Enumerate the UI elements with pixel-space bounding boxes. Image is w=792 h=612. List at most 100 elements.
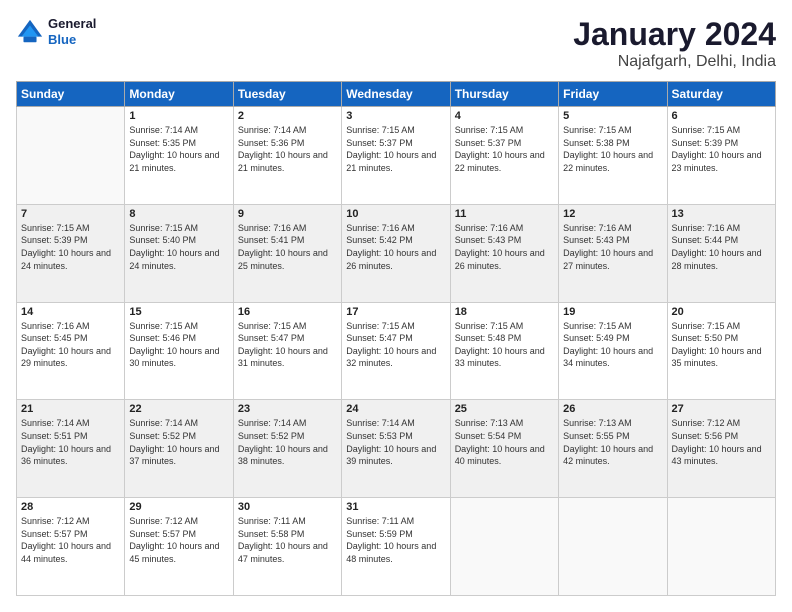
calendar-cell: 21 Sunrise: 7:14 AM Sunset: 5:51 PM Dayl… <box>17 400 125 498</box>
day-info: Sunrise: 7:15 AM Sunset: 5:39 PM Dayligh… <box>21 222 120 272</box>
day-info: Sunrise: 7:15 AM Sunset: 5:40 PM Dayligh… <box>129 222 228 272</box>
calendar-cell: 22 Sunrise: 7:14 AM Sunset: 5:52 PM Dayl… <box>125 400 233 498</box>
day-number: 11 <box>455 208 554 220</box>
day-number: 12 <box>563 208 662 220</box>
day-number: 26 <box>563 403 662 415</box>
day-info: Sunrise: 7:15 AM Sunset: 5:37 PM Dayligh… <box>346 124 445 174</box>
day-number: 8 <box>129 208 228 220</box>
header-cell-monday: Monday <box>125 82 233 107</box>
calendar-cell: 30 Sunrise: 7:11 AM Sunset: 5:58 PM Dayl… <box>233 498 341 596</box>
day-number: 13 <box>672 208 771 220</box>
day-number: 28 <box>21 501 120 513</box>
calendar-cell: 18 Sunrise: 7:15 AM Sunset: 5:48 PM Dayl… <box>450 302 558 400</box>
day-number: 7 <box>21 208 120 220</box>
day-info: Sunrise: 7:15 AM Sunset: 5:39 PM Dayligh… <box>672 124 771 174</box>
logo: General Blue <box>16 16 96 47</box>
day-number: 17 <box>346 306 445 318</box>
day-info: Sunrise: 7:14 AM Sunset: 5:53 PM Dayligh… <box>346 417 445 467</box>
day-number: 20 <box>672 306 771 318</box>
calendar-cell: 14 Sunrise: 7:16 AM Sunset: 5:45 PM Dayl… <box>17 302 125 400</box>
day-number: 15 <box>129 306 228 318</box>
day-number: 9 <box>238 208 337 220</box>
day-number: 29 <box>129 501 228 513</box>
day-number: 27 <box>672 403 771 415</box>
header-cell-wednesday: Wednesday <box>342 82 450 107</box>
calendar-cell: 20 Sunrise: 7:15 AM Sunset: 5:50 PM Dayl… <box>667 302 775 400</box>
day-info: Sunrise: 7:14 AM Sunset: 5:35 PM Dayligh… <box>129 124 228 174</box>
day-number: 4 <box>455 110 554 122</box>
calendar-cell: 3 Sunrise: 7:15 AM Sunset: 5:37 PM Dayli… <box>342 107 450 205</box>
day-info: Sunrise: 7:15 AM Sunset: 5:49 PM Dayligh… <box>563 320 662 370</box>
day-info: Sunrise: 7:15 AM Sunset: 5:37 PM Dayligh… <box>455 124 554 174</box>
calendar-cell: 25 Sunrise: 7:13 AM Sunset: 5:54 PM Dayl… <box>450 400 558 498</box>
calendar-title: January 2024 <box>573 16 776 53</box>
day-info: Sunrise: 7:16 AM Sunset: 5:43 PM Dayligh… <box>455 222 554 272</box>
calendar-cell: 27 Sunrise: 7:12 AM Sunset: 5:56 PM Dayl… <box>667 400 775 498</box>
header: General Blue January 2024 Najafgarh, Del… <box>16 16 776 71</box>
calendar-cell: 9 Sunrise: 7:16 AM Sunset: 5:41 PM Dayli… <box>233 204 341 302</box>
day-number: 31 <box>346 501 445 513</box>
calendar-cell: 31 Sunrise: 7:11 AM Sunset: 5:59 PM Dayl… <box>342 498 450 596</box>
calendar-cell: 17 Sunrise: 7:15 AM Sunset: 5:47 PM Dayl… <box>342 302 450 400</box>
calendar-cell: 6 Sunrise: 7:15 AM Sunset: 5:39 PM Dayli… <box>667 107 775 205</box>
calendar-cell: 11 Sunrise: 7:16 AM Sunset: 5:43 PM Dayl… <box>450 204 558 302</box>
day-info: Sunrise: 7:15 AM Sunset: 5:48 PM Dayligh… <box>455 320 554 370</box>
header-cell-sunday: Sunday <box>17 82 125 107</box>
calendar-cell <box>17 107 125 205</box>
day-number: 23 <box>238 403 337 415</box>
day-info: Sunrise: 7:14 AM Sunset: 5:52 PM Dayligh… <box>129 417 228 467</box>
day-number: 21 <box>21 403 120 415</box>
day-info: Sunrise: 7:16 AM Sunset: 5:44 PM Dayligh… <box>672 222 771 272</box>
day-number: 10 <box>346 208 445 220</box>
calendar-cell: 2 Sunrise: 7:14 AM Sunset: 5:36 PM Dayli… <box>233 107 341 205</box>
day-info: Sunrise: 7:11 AM Sunset: 5:59 PM Dayligh… <box>346 515 445 565</box>
calendar-cell <box>559 498 667 596</box>
calendar-cell: 19 Sunrise: 7:15 AM Sunset: 5:49 PM Dayl… <box>559 302 667 400</box>
calendar-cell <box>450 498 558 596</box>
day-info: Sunrise: 7:14 AM Sunset: 5:52 PM Dayligh… <box>238 417 337 467</box>
calendar-week-row: 7 Sunrise: 7:15 AM Sunset: 5:39 PM Dayli… <box>17 204 776 302</box>
header-cell-friday: Friday <box>559 82 667 107</box>
day-info: Sunrise: 7:16 AM Sunset: 5:43 PM Dayligh… <box>563 222 662 272</box>
day-number: 18 <box>455 306 554 318</box>
calendar-week-row: 28 Sunrise: 7:12 AM Sunset: 5:57 PM Dayl… <box>17 498 776 596</box>
day-info: Sunrise: 7:14 AM Sunset: 5:36 PM Dayligh… <box>238 124 337 174</box>
calendar-table: SundayMondayTuesdayWednesdayThursdayFrid… <box>16 81 776 596</box>
day-number: 30 <box>238 501 337 513</box>
day-info: Sunrise: 7:16 AM Sunset: 5:41 PM Dayligh… <box>238 222 337 272</box>
calendar-cell: 28 Sunrise: 7:12 AM Sunset: 5:57 PM Dayl… <box>17 498 125 596</box>
calendar-cell: 4 Sunrise: 7:15 AM Sunset: 5:37 PM Dayli… <box>450 107 558 205</box>
calendar-cell: 13 Sunrise: 7:16 AM Sunset: 5:44 PM Dayl… <box>667 204 775 302</box>
day-info: Sunrise: 7:15 AM Sunset: 5:47 PM Dayligh… <box>238 320 337 370</box>
calendar-cell: 15 Sunrise: 7:15 AM Sunset: 5:46 PM Dayl… <box>125 302 233 400</box>
calendar-cell <box>667 498 775 596</box>
day-number: 24 <box>346 403 445 415</box>
calendar-week-row: 21 Sunrise: 7:14 AM Sunset: 5:51 PM Dayl… <box>17 400 776 498</box>
day-number: 22 <box>129 403 228 415</box>
calendar-cell: 8 Sunrise: 7:15 AM Sunset: 5:40 PM Dayli… <box>125 204 233 302</box>
calendar-cell: 1 Sunrise: 7:14 AM Sunset: 5:35 PM Dayli… <box>125 107 233 205</box>
calendar-cell: 29 Sunrise: 7:12 AM Sunset: 5:57 PM Dayl… <box>125 498 233 596</box>
calendar-header-row: SundayMondayTuesdayWednesdayThursdayFrid… <box>17 82 776 107</box>
day-info: Sunrise: 7:15 AM Sunset: 5:46 PM Dayligh… <box>129 320 228 370</box>
day-info: Sunrise: 7:16 AM Sunset: 5:45 PM Dayligh… <box>21 320 120 370</box>
calendar-week-row: 14 Sunrise: 7:16 AM Sunset: 5:45 PM Dayl… <box>17 302 776 400</box>
calendar-cell: 7 Sunrise: 7:15 AM Sunset: 5:39 PM Dayli… <box>17 204 125 302</box>
calendar-cell: 26 Sunrise: 7:13 AM Sunset: 5:55 PM Dayl… <box>559 400 667 498</box>
day-number: 1 <box>129 110 228 122</box>
calendar-cell: 24 Sunrise: 7:14 AM Sunset: 5:53 PM Dayl… <box>342 400 450 498</box>
day-info: Sunrise: 7:15 AM Sunset: 5:50 PM Dayligh… <box>672 320 771 370</box>
day-info: Sunrise: 7:12 AM Sunset: 5:56 PM Dayligh… <box>672 417 771 467</box>
day-number: 5 <box>563 110 662 122</box>
day-number: 19 <box>563 306 662 318</box>
day-info: Sunrise: 7:16 AM Sunset: 5:42 PM Dayligh… <box>346 222 445 272</box>
day-info: Sunrise: 7:15 AM Sunset: 5:38 PM Dayligh… <box>563 124 662 174</box>
calendar-cell: 23 Sunrise: 7:14 AM Sunset: 5:52 PM Dayl… <box>233 400 341 498</box>
logo-text: General Blue <box>48 16 96 47</box>
calendar-cell: 10 Sunrise: 7:16 AM Sunset: 5:42 PM Dayl… <box>342 204 450 302</box>
day-info: Sunrise: 7:13 AM Sunset: 5:55 PM Dayligh… <box>563 417 662 467</box>
header-cell-tuesday: Tuesday <box>233 82 341 107</box>
day-info: Sunrise: 7:14 AM Sunset: 5:51 PM Dayligh… <box>21 417 120 467</box>
calendar-cell: 16 Sunrise: 7:15 AM Sunset: 5:47 PM Dayl… <box>233 302 341 400</box>
header-cell-saturday: Saturday <box>667 82 775 107</box>
